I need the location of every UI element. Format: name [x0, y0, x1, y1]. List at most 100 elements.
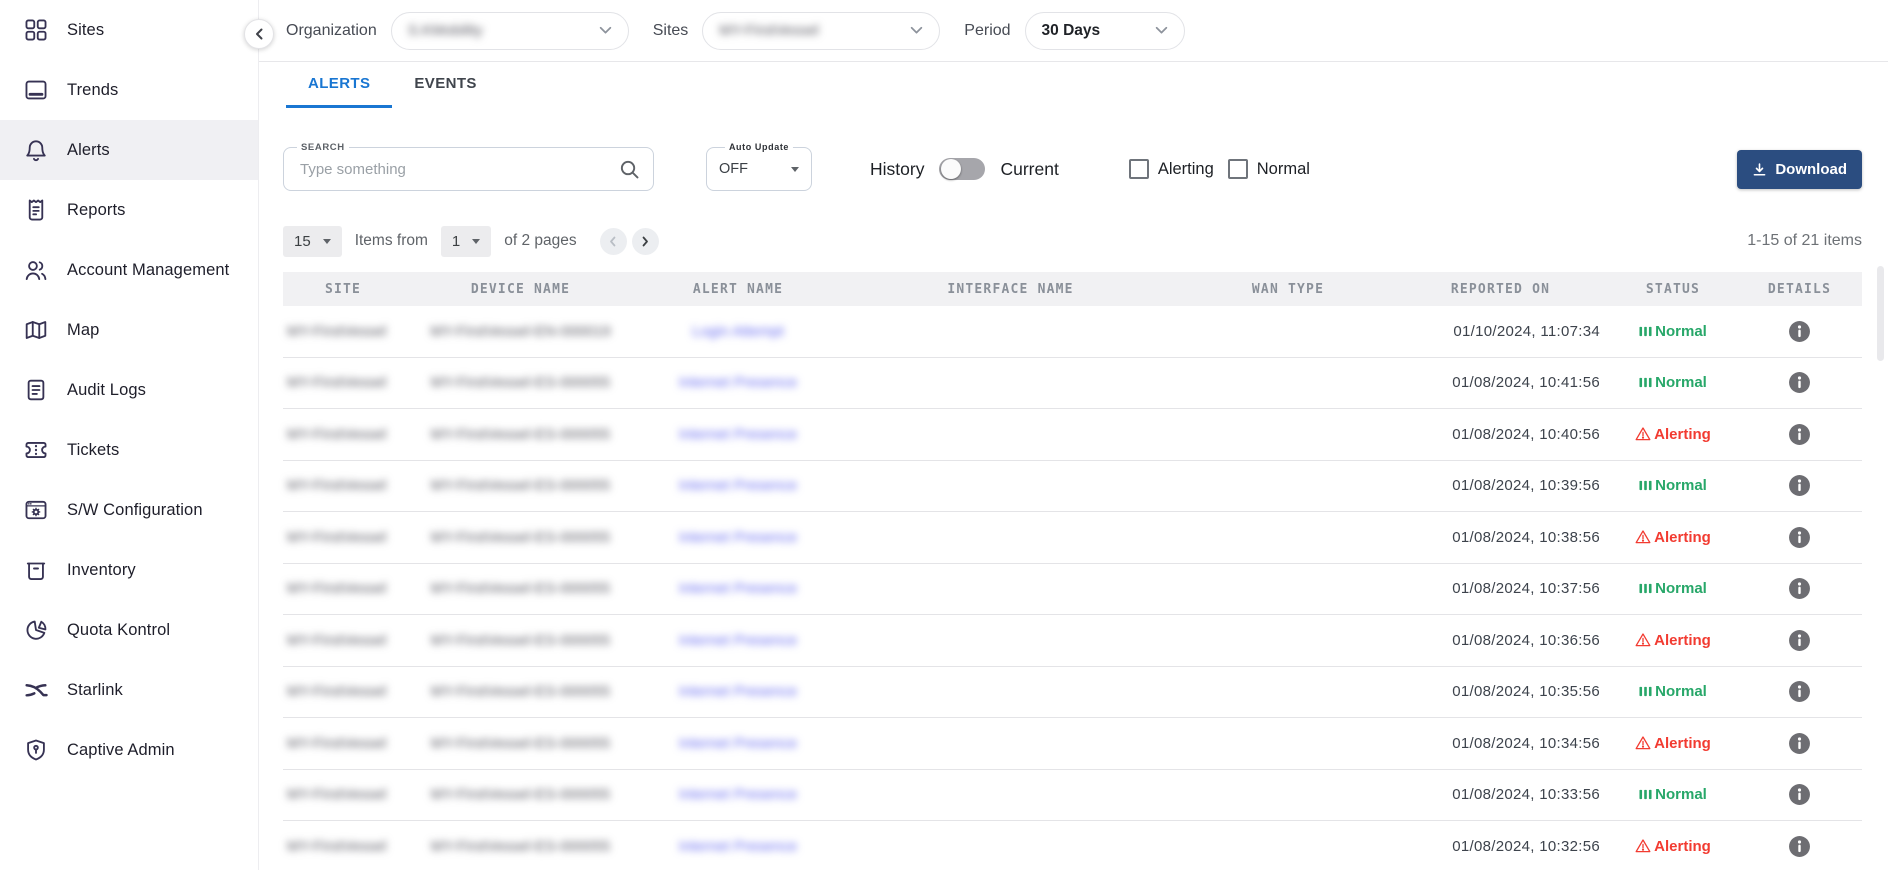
status-badge: Normal — [1639, 323, 1707, 340]
search-input[interactable] — [284, 148, 653, 190]
status-badge: Normal — [1639, 683, 1707, 700]
alert-name-link[interactable]: Internet Presence — [679, 683, 797, 700]
sidebar-item-label: Reports — [67, 201, 125, 220]
sidebar-item-sites[interactable]: Sites — [0, 0, 258, 60]
sidebar-item-label: Account Management — [67, 261, 229, 280]
period-label: Period — [964, 22, 1010, 40]
details-info-button[interactable] — [1788, 577, 1811, 600]
sites-label: Sites — [653, 22, 689, 40]
sidebar-item-label: Trends — [67, 81, 118, 100]
site-cell: MY-FirstVessel — [283, 426, 403, 443]
sidebar-collapse-button[interactable] — [244, 19, 274, 49]
details-info-button[interactable] — [1788, 783, 1811, 806]
scrollbar-thumb[interactable] — [1877, 266, 1884, 361]
tab-events[interactable]: EVENTS — [392, 62, 498, 108]
alert-name-link[interactable]: Internet Presence — [679, 786, 797, 803]
column-header-details: DETAILS — [1738, 282, 1861, 297]
table-header-row: SITEDEVICE NAMEALERT NAMEINTERFACE NAMEW… — [283, 272, 1862, 306]
details-info-button[interactable] — [1788, 474, 1811, 497]
chevron-down-icon — [1155, 26, 1168, 35]
site-cell: MY-FirstVessel — [283, 735, 403, 752]
warning-triangle-icon — [1635, 632, 1651, 648]
details-info-button[interactable] — [1788, 371, 1811, 394]
sidebar-item-audit-logs[interactable]: Audit Logs — [0, 360, 258, 420]
reported-on-cell: 01/10/2024, 11:07:34 — [1393, 323, 1608, 340]
signal-bars-icon — [1639, 376, 1652, 389]
history-current-toggle[interactable] — [939, 158, 985, 180]
page-size-select[interactable]: 15 — [283, 226, 342, 257]
alert-name-link[interactable]: Internet Presence — [679, 838, 797, 855]
organization-select[interactable]: S.KMobility — [391, 12, 629, 50]
sidebar-item-inventory[interactable]: Inventory — [0, 540, 258, 600]
details-info-button[interactable] — [1788, 629, 1811, 652]
main-area: Organization S.KMobility Sites MY-FirstV… — [259, 0, 1888, 870]
table-row: MY-FirstVessel MY-FirstVessel-EN-000019 … — [283, 306, 1862, 358]
table-row: MY-FirstVessel MY-FirstVessel-ES-000055 … — [283, 770, 1862, 822]
download-button[interactable]: Download — [1737, 150, 1862, 189]
sidebar-item-map[interactable]: Map — [0, 300, 258, 360]
auto-update-select[interactable]: Auto Update OFF — [706, 147, 812, 191]
page-size-value: 15 — [294, 233, 311, 250]
details-info-button[interactable] — [1788, 835, 1811, 858]
column-header-status: STATUS — [1608, 282, 1738, 297]
reported-on-cell: 01/08/2024, 10:32:56 — [1393, 838, 1608, 855]
signal-bars-icon — [1639, 582, 1652, 595]
warning-triangle-icon — [1635, 426, 1651, 442]
alert-name-link[interactable]: Internet Presence — [679, 374, 797, 391]
sites-filter: Sites MY-FirstVessel — [653, 12, 941, 50]
details-info-button[interactable] — [1788, 680, 1811, 703]
alert-name-link[interactable]: Internet Presence — [679, 477, 797, 494]
reported-on-cell: 01/08/2024, 10:37:56 — [1393, 580, 1608, 597]
alert-name-link[interactable]: Internet Presence — [679, 529, 797, 546]
status-badge: Alerting — [1635, 838, 1711, 855]
sites-select[interactable]: MY-FirstVessel — [702, 12, 940, 50]
sidebar-item-quota-kontrol[interactable]: Quota Kontrol — [0, 600, 258, 660]
pie-chart-icon — [23, 617, 49, 643]
alert-name-link[interactable]: Internet Presence — [679, 632, 797, 649]
column-header-site: SITE — [283, 282, 403, 297]
details-info-button[interactable] — [1788, 423, 1811, 446]
normal-checkbox[interactable] — [1228, 159, 1248, 179]
table-row: MY-FirstVessel MY-FirstVessel-ES-000055 … — [283, 358, 1862, 410]
previous-page-button[interactable] — [600, 228, 627, 255]
sidebar-item-alerts[interactable]: Alerts — [0, 120, 258, 180]
period-select[interactable]: 30 Days — [1025, 12, 1185, 50]
details-info-button[interactable] — [1788, 526, 1811, 549]
sidebar-item-starlink[interactable]: Starlink — [0, 660, 258, 720]
sidebar-item-label: S/W Configuration — [67, 501, 203, 520]
page-nav-buttons — [600, 228, 659, 255]
next-page-button[interactable] — [632, 228, 659, 255]
sidebar-item-trends[interactable]: Trends — [0, 60, 258, 120]
sidebar-item-label: Starlink — [67, 681, 123, 700]
alert-name-link[interactable]: Internet Presence — [679, 426, 797, 443]
page-select[interactable]: 1 — [441, 226, 491, 257]
details-info-button[interactable] — [1788, 320, 1811, 343]
bell-icon — [23, 137, 49, 163]
sidebar-item-captive-admin[interactable]: Captive Admin — [0, 720, 258, 780]
info-icon — [1788, 474, 1811, 497]
sidebar-item-tickets[interactable]: Tickets — [0, 420, 258, 480]
sidebar-item-reports[interactable]: Reports — [0, 180, 258, 240]
signal-bars-icon — [1639, 788, 1652, 801]
device-name-cell: MY-FirstVessel-EN-000019 — [403, 323, 638, 340]
sidebar-item-label: Alerts — [67, 141, 110, 160]
alert-name-link[interactable]: Internet Presence — [679, 735, 797, 752]
alerting-checkbox[interactable] — [1129, 159, 1149, 179]
status-badge: Alerting — [1635, 632, 1711, 649]
tab-alerts[interactable]: ALERTS — [286, 62, 392, 108]
column-header-alert-name: ALERT NAME — [638, 282, 838, 297]
sidebar-item-s-w-configuration[interactable]: S/W Configuration — [0, 480, 258, 540]
site-cell: MY-FirstVessel — [283, 632, 403, 649]
sidebar-nav: Sites Trends Alerts Reports Account Mana… — [0, 0, 258, 780]
current-label: Current — [1000, 159, 1058, 180]
sidebar-item-label: Tickets — [67, 441, 119, 460]
history-current-toggle-group: History Current — [870, 158, 1059, 180]
table-row: MY-FirstVessel MY-FirstVessel-ES-000055 … — [283, 667, 1862, 719]
alert-name-link[interactable]: Internet Presence — [679, 580, 797, 597]
topbar: Organization S.KMobility Sites MY-FirstV… — [259, 0, 1888, 62]
reported-on-cell: 01/08/2024, 10:35:56 — [1393, 683, 1608, 700]
sidebar-item-account-management[interactable]: Account Management — [0, 240, 258, 300]
details-info-button[interactable] — [1788, 732, 1811, 755]
status-badge: Normal — [1639, 786, 1707, 803]
alert-name-link[interactable]: Login Attempt — [692, 323, 784, 340]
